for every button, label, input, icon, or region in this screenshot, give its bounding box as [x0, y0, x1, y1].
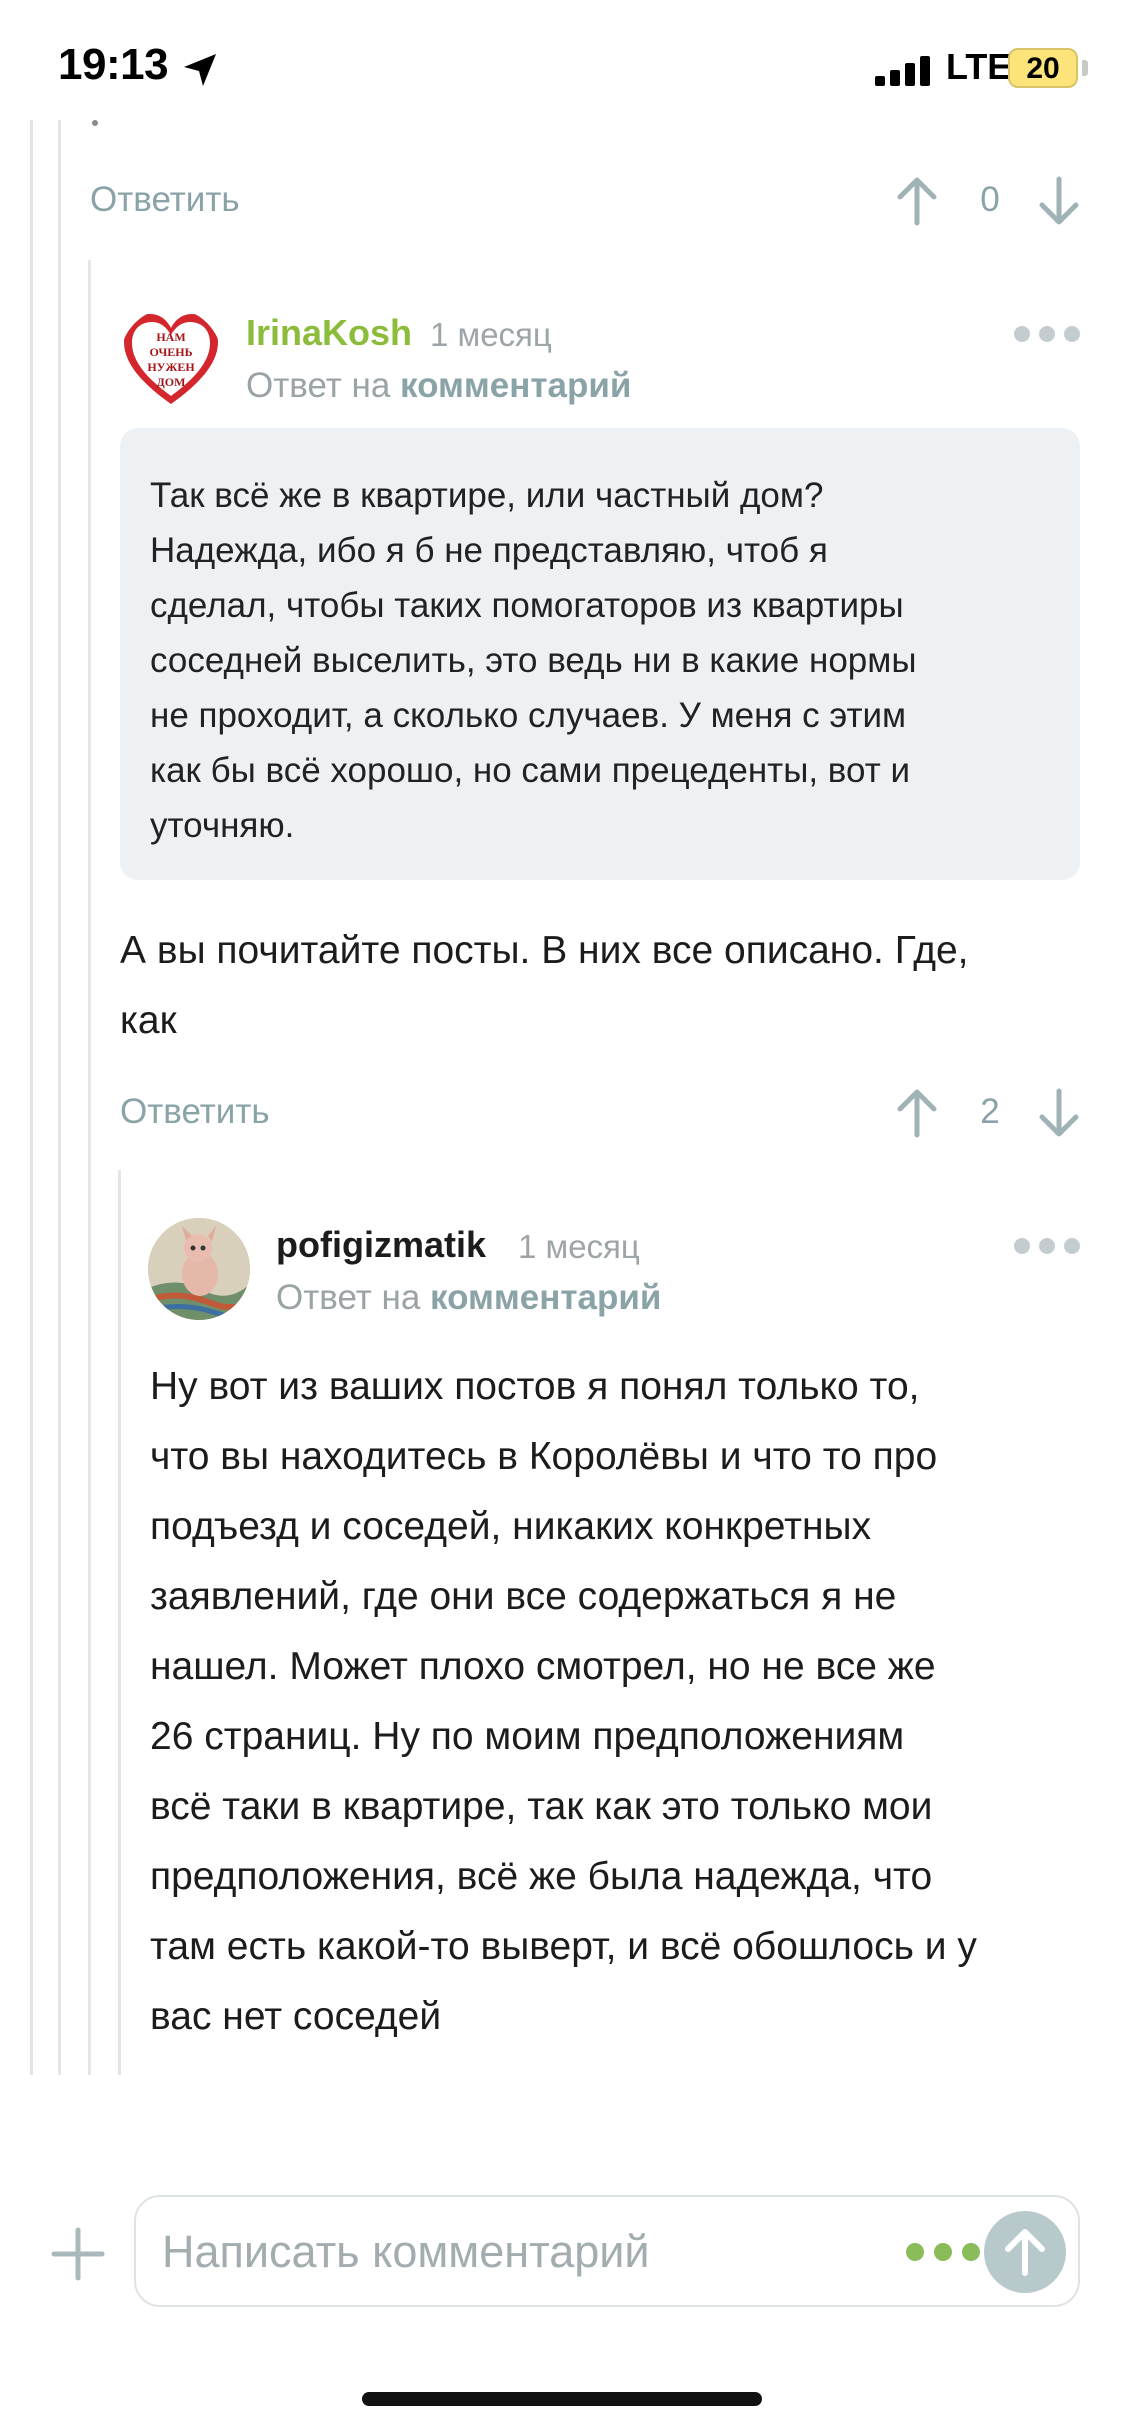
- comment-line: там есть какой-то выверт, и всё обошлось…: [150, 1925, 977, 1968]
- comment-username[interactable]: pofigizmatik: [276, 1224, 486, 1266]
- avatar[interactable]: [148, 1218, 250, 1320]
- truncated-text-dot: [92, 120, 98, 126]
- comment-body: Ну вот из ваших постов я понял только то…: [150, 1352, 1090, 2052]
- vote-count: 2: [980, 1092, 1000, 1131]
- more-options-icon[interactable]: [1014, 326, 1080, 342]
- signal-bars-icon: [875, 56, 930, 86]
- send-arrow-icon: [1005, 2229, 1045, 2276]
- downvote-arrow-icon[interactable]: [1038, 1087, 1080, 1139]
- location-arrow-icon: [184, 54, 216, 86]
- comment-input[interactable]: [162, 2217, 882, 2287]
- downvote-arrow-icon[interactable]: [1038, 175, 1080, 227]
- comment-line: А вы почитайте посты. В них все описано.…: [120, 929, 969, 972]
- thread-line: [88, 260, 91, 2075]
- quote-line: Надежда, ибо я б не представляю, чтоб я: [150, 531, 828, 570]
- thread-line: [118, 1170, 121, 2075]
- reply-to-prefix: Ответ на: [246, 366, 391, 405]
- vote-count: 0: [980, 180, 1000, 219]
- network-type: LTE: [946, 46, 1012, 87]
- battery-level: 20: [1026, 52, 1060, 85]
- comment-line: вас нет соседей: [150, 1995, 442, 2038]
- cat-avatar-icon: [148, 1218, 250, 1320]
- comment-composer: [134, 2195, 1080, 2307]
- avatar-caption: НАМ ОЧЕНЬ НУЖЕН ДОМ: [147, 330, 195, 389]
- quote-line: Так всё же в квартире, или частный дом?: [150, 476, 824, 515]
- comment-body: А вы почитайте посты. В них все описано.…: [120, 916, 1080, 1056]
- comment-line: что вы находитесь в Королёвы и что то пр…: [150, 1435, 938, 1478]
- comment-line: подъезд и соседей, никаких конкретных: [150, 1505, 872, 1548]
- comment-line: Ну вот из ваших постов я понял только то…: [150, 1365, 920, 1408]
- quote-line: как бы всё хорошо, но сами прецеденты, в…: [150, 751, 911, 790]
- avatar[interactable]: НАМ ОЧЕНЬ НУЖЕН ДОМ: [120, 308, 222, 410]
- comment-time: 1 месяц: [518, 1228, 640, 1265]
- more-options-icon[interactable]: [1014, 1238, 1080, 1254]
- plus-icon[interactable]: [50, 2226, 106, 2282]
- quote-line: сделал, чтобы таких помогаторов из кварт…: [150, 586, 904, 625]
- reply-button[interactable]: Ответить: [90, 180, 240, 220]
- quote-line: не проходит, а сколько случаев. У меня с…: [150, 696, 907, 735]
- upvote-arrow-icon[interactable]: [896, 175, 938, 227]
- send-button[interactable]: [984, 2211, 1066, 2293]
- battery-tip: [1082, 60, 1088, 76]
- reply-button[interactable]: Ответить: [120, 1092, 270, 1132]
- reply-to-link[interactable]: комментарий: [400, 366, 631, 405]
- comment-line: как: [120, 999, 177, 1042]
- comment-line: предположения, всё же была надежда, что: [150, 1855, 933, 1898]
- comment-line: нашел. Может плохо смотрел, но не все же: [150, 1645, 936, 1688]
- comment-time: 1 месяц: [430, 316, 552, 353]
- reply-to-line: Ответ на комментарий: [246, 366, 631, 406]
- comment-line: всё таки в квартире, так как это только …: [150, 1785, 933, 1828]
- thread-line: [30, 120, 33, 2075]
- quote-line: соседней выселить, это ведь ни в какие н…: [150, 641, 917, 680]
- reply-to-link[interactable]: комментарий: [430, 1278, 661, 1317]
- upvote-arrow-icon[interactable]: [896, 1087, 938, 1139]
- comment-line: 26 страниц. Ну по моим предположениям: [150, 1715, 905, 1758]
- reply-to-line: Ответ на комментарий: [276, 1278, 661, 1318]
- comment-username[interactable]: IrinaKosh: [246, 312, 412, 354]
- status-time: 19:13: [58, 40, 169, 89]
- quoted-comment: Так всё же в квартире, или частный дом? …: [120, 428, 1080, 880]
- thread-line: [58, 120, 61, 2075]
- reply-to-prefix: Ответ на: [276, 1278, 421, 1317]
- comment-line: заявлений, где они все содержаться я не: [150, 1575, 897, 1618]
- battery-icon: 20: [1008, 48, 1078, 88]
- quote-line: уточняю.: [150, 806, 295, 845]
- more-icon[interactable]: [906, 2243, 980, 2261]
- home-indicator: [362, 2392, 762, 2406]
